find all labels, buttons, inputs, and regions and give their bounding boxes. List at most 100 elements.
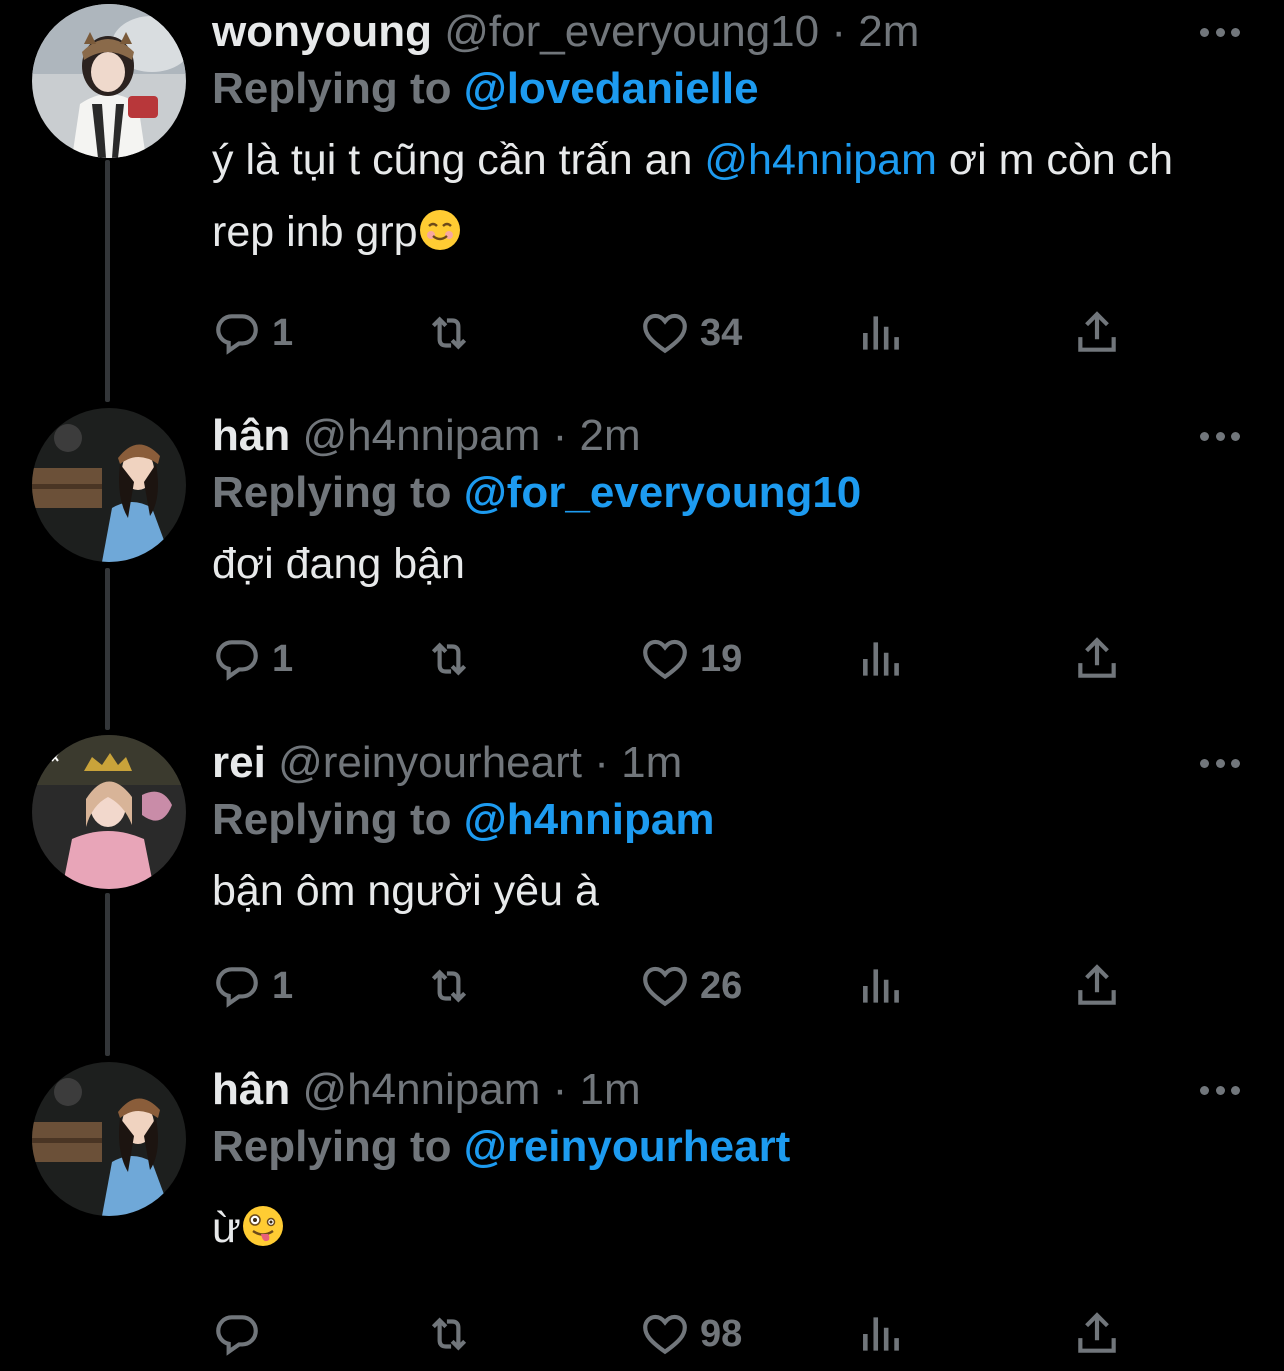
share-icon	[1078, 311, 1116, 352]
like-count: 19	[700, 637, 743, 680]
timestamp[interactable]: 2m	[858, 7, 919, 56]
heart-icon	[643, 639, 687, 680]
user-handle[interactable]: @for_everyoung10	[444, 7, 819, 56]
share-icon	[1078, 964, 1116, 1005]
reply-button[interactable]: 1	[212, 960, 293, 1012]
avatar[interactable]	[32, 735, 186, 889]
replying-to-line: Replying to @h4nnipam	[212, 791, 1212, 849]
separator-dot: ·	[552, 1065, 568, 1114]
replying-to-label: Replying to	[212, 64, 452, 113]
action-bar: 1 34	[212, 307, 1132, 359]
display-name[interactable]: hân	[212, 1065, 290, 1114]
replying-to-label: Replying to	[212, 1122, 452, 1171]
action-bar: 98	[212, 1308, 1132, 1360]
tweet-text-part: ừ	[212, 1204, 241, 1252]
avatar[interactable]	[32, 1062, 186, 1216]
share-button[interactable]	[1072, 960, 1122, 1012]
retweet-button[interactable]	[424, 1308, 474, 1360]
reply-button[interactable]	[212, 1308, 272, 1360]
separator-dot: ·	[552, 411, 568, 460]
tweet-header: hân @h4nnipam · 2m	[212, 408, 1212, 464]
avatar[interactable]	[32, 408, 186, 562]
views-icon	[863, 969, 899, 1003]
display-name[interactable]: rei	[212, 738, 266, 787]
separator-dot: ·	[594, 738, 609, 787]
smiling-face-emoji	[419, 210, 460, 250]
retweet-button[interactable]	[424, 307, 474, 359]
retweet-icon	[431, 316, 467, 350]
retweet-icon	[431, 969, 467, 1003]
more-options-icon[interactable]	[1200, 1084, 1240, 1096]
like-button[interactable]: 26	[640, 960, 742, 1012]
like-button[interactable]: 19	[640, 633, 742, 685]
zany-face-emoji	[242, 1206, 283, 1246]
action-bar: 1 19	[212, 633, 1132, 685]
views-button[interactable]	[857, 1308, 907, 1360]
share-icon	[1078, 1312, 1116, 1353]
tweet-mention[interactable]: @h4nnipam	[704, 136, 937, 184]
replying-to-mention[interactable]: @h4nnipam	[464, 795, 715, 844]
tweet-text: đợi đang bận	[212, 540, 465, 588]
replying-to-label: Replying to	[212, 795, 452, 844]
tweet-header: wonyoung @for_everyoung10 · 2m	[212, 4, 1212, 60]
share-button[interactable]	[1072, 633, 1122, 685]
more-options-icon[interactable]	[1200, 757, 1240, 769]
views-button[interactable]	[857, 960, 907, 1012]
more-options-icon[interactable]	[1200, 26, 1240, 38]
tweet-text: ý là tụi t cũng cần trấn an @h4nnipam ơi…	[212, 124, 1202, 268]
user-handle[interactable]: @reinyourheart	[278, 738, 582, 787]
more-options-icon[interactable]	[1200, 430, 1240, 442]
replying-to-mention[interactable]: @for_everyoung10	[464, 468, 861, 517]
heart-icon	[643, 1314, 687, 1355]
tweet-text: bận ôm người yêu à	[212, 867, 599, 915]
timestamp[interactable]: 1m	[580, 1065, 641, 1114]
action-bar: 1 26	[212, 960, 1132, 1012]
heart-icon	[643, 313, 687, 354]
views-button[interactable]	[857, 633, 907, 685]
like-count: 26	[700, 964, 743, 1007]
thread-connector	[105, 160, 110, 402]
avatar[interactable]	[32, 4, 186, 158]
reply-icon	[216, 640, 258, 681]
reply-icon	[216, 967, 258, 1008]
reply-count: 1	[272, 964, 294, 1007]
views-icon	[863, 1317, 899, 1351]
user-handle[interactable]: @h4nnipam	[302, 411, 540, 460]
like-button[interactable]: 34	[640, 307, 742, 359]
display-name[interactable]: hân	[212, 411, 290, 460]
replying-to-mention[interactable]: @reinyourheart	[464, 1122, 791, 1171]
reply-button[interactable]: 1	[212, 307, 293, 359]
tweet-text: ừ	[212, 1192, 1212, 1264]
like-button[interactable]: 98	[640, 1308, 742, 1360]
tweet-text-part: ý là tụi t cũng cần trấn an	[212, 136, 705, 184]
thread-connector	[105, 568, 110, 730]
timestamp[interactable]: 2m	[580, 411, 641, 460]
replying-to-mention[interactable]: @lovedanielle	[464, 64, 759, 113]
share-icon	[1078, 637, 1116, 678]
retweet-icon	[431, 1317, 467, 1351]
timestamp[interactable]: 1m	[621, 738, 682, 787]
heart-icon	[643, 966, 687, 1007]
tweet-header: hân @h4nnipam · 1m	[212, 1062, 1212, 1118]
replying-to-line: Replying to @lovedanielle	[212, 60, 1212, 118]
user-handle[interactable]: @h4nnipam	[302, 1065, 540, 1114]
reply-icon	[216, 314, 258, 355]
views-button[interactable]	[857, 307, 907, 359]
thread-connector	[105, 893, 110, 1056]
replying-to-line: Replying to @for_everyoung10	[212, 464, 1212, 522]
retweet-icon	[431, 642, 467, 676]
replying-to-label: Replying to	[212, 468, 452, 517]
reply-icon	[216, 1315, 258, 1356]
reply-button[interactable]: 1	[212, 633, 293, 685]
share-button[interactable]	[1072, 1308, 1122, 1360]
display-name[interactable]: wonyoung	[212, 7, 432, 56]
replying-to-line: Replying to @reinyourheart	[212, 1118, 1212, 1176]
share-button[interactable]	[1072, 307, 1122, 359]
retweet-button[interactable]	[424, 960, 474, 1012]
retweet-button[interactable]	[424, 633, 474, 685]
views-icon	[863, 316, 899, 350]
like-count: 98	[700, 1312, 743, 1355]
reply-count: 1	[272, 311, 294, 354]
like-count: 34	[700, 311, 743, 354]
views-icon	[863, 642, 899, 676]
